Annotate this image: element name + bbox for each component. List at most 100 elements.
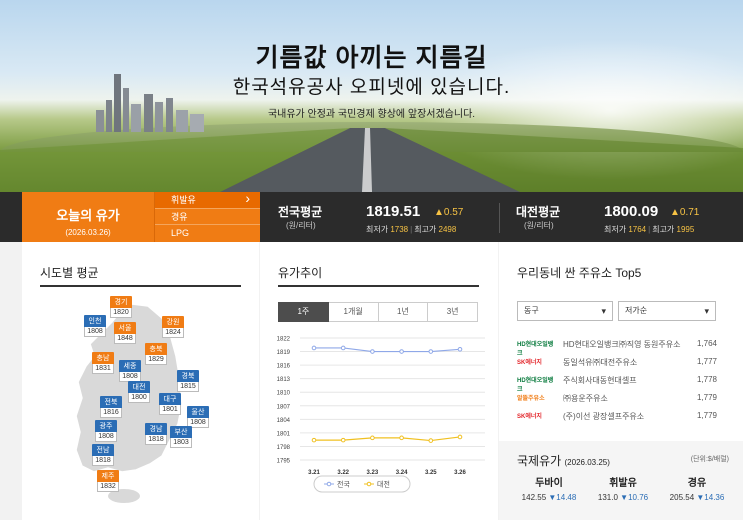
daejeon-unit: (원/리터)	[524, 221, 554, 230]
national-min: 1738	[390, 225, 409, 234]
region-8[interactable]: 대전 1800	[128, 381, 150, 403]
region-name: 인천	[84, 315, 106, 327]
today-price-box: 오늘의 유가 (2026.03.26)	[22, 192, 154, 242]
station-row[interactable]: SK에너지 동일석유㈜대전주유소 1,777	[517, 355, 717, 371]
brand-logo-icon: HD현대오일뱅크	[517, 342, 554, 357]
region-name: 충북	[145, 343, 167, 355]
hero-subtitle: 한국석유공사 오피넷에 있습니다.	[232, 77, 511, 98]
region-value: 1800	[128, 393, 150, 403]
region-4[interactable]: 충북 1829	[145, 343, 167, 365]
tab-1month[interactable]: 1개월	[328, 302, 379, 322]
data-point	[340, 437, 346, 443]
y-tick-label: 1795	[277, 459, 291, 465]
intl-item: 휘발유 131.0 ▼10.76	[591, 474, 655, 502]
region-name: 경기	[110, 296, 132, 308]
region-value: 1808	[84, 327, 106, 337]
brand-logo-icon: SK에너지	[517, 360, 542, 366]
region-name: 서울	[114, 322, 136, 334]
y-tick-label: 1807	[277, 404, 291, 410]
trend-title: 유가추이	[278, 266, 323, 280]
region-9[interactable]: 전북 1816	[100, 396, 122, 418]
region-11[interactable]: 울산 1808	[187, 406, 209, 428]
top5-panel: 우리동네 싼 주유소 Top5 동구 저가순 HD현대오일뱅크HD현대오일뱅크㈜…	[499, 242, 743, 520]
station-price: 1,778	[696, 375, 717, 384]
data-point	[457, 346, 463, 352]
x-tick-label: 3.23	[367, 470, 379, 476]
hero-tagline: 국내유가 안정과 국민경제 향상에 앞장서겠습니다.	[267, 109, 476, 120]
district-select[interactable]: 동구	[517, 301, 613, 321]
region-5[interactable]: 충남 1831	[92, 352, 114, 374]
national-label: 전국평균	[278, 205, 323, 219]
fuel-tab-diesel[interactable]: 경유	[155, 209, 260, 226]
y-tick-label: 1816	[277, 364, 291, 370]
trend-rule	[278, 285, 479, 287]
national-average: 전국평균 (원/리터) 1819.51 ▲0.57 최저가 1738 | 최고가 2…	[260, 192, 499, 242]
x-tick-label: 3.26	[454, 470, 466, 476]
data-point	[311, 345, 317, 351]
region-name: 대구	[159, 393, 181, 405]
trend-chart: 1795 1798 1801 1804 1807 1810 1813 1816 1819 1822…	[277, 337, 485, 493]
brand-logo-icon: HD현대오일뱅크	[517, 378, 554, 393]
region-7[interactable]: 경북 1815	[177, 370, 199, 392]
tab-1week[interactable]: 1주	[278, 302, 329, 322]
region-1[interactable]: 인천 1808	[84, 315, 106, 337]
tab-3year[interactable]: 3년	[428, 302, 478, 322]
region-2[interactable]: 서울 1848	[114, 322, 136, 344]
fuel-tab-gasoline[interactable]: 휘발유	[155, 190, 260, 209]
region-value: 1818	[92, 456, 114, 466]
region-name: 부산	[170, 426, 192, 438]
national-unit: (원/리터)	[286, 221, 316, 230]
station-row[interactable]: SK에너지 (주)이선 광장셀프주유소 1,779	[517, 409, 717, 425]
station-row[interactable]: HD현대오일뱅크 주식회사대동현대셀프 1,778	[517, 373, 717, 393]
region-15[interactable]: 전남 1818	[92, 444, 114, 466]
intl-title: 국제유가 (2026.03.25)	[517, 454, 610, 468]
region-6[interactable]: 세종 1808	[119, 360, 141, 382]
station-name: 주식회사대동현대셀프	[563, 376, 637, 385]
station-price: 1,764	[696, 339, 717, 348]
region-14[interactable]: 부산 1803	[170, 426, 192, 448]
region-10[interactable]: 대구 1801	[159, 393, 181, 415]
data-point	[399, 435, 404, 441]
station-row[interactable]: 알뜰주유소 ㈜용운주유소 1,779	[517, 391, 717, 407]
intl-unit: (단위:$/배럴)	[690, 456, 729, 463]
intl-item-value: 142.55 ▼14.48	[521, 493, 577, 502]
region-name: 경남	[145, 423, 167, 435]
region-12[interactable]: 광주 1808	[95, 420, 117, 442]
regional-panel: 시도별 평균 경기 1820 인천 1808 서울 1848 강원 1824 충북 1829 충남 1…	[22, 242, 259, 520]
region-13[interactable]: 경남 1818	[145, 423, 167, 445]
legend-marker	[366, 481, 372, 487]
top5-title: 우리동네 싼 주유소 Top5	[517, 266, 642, 280]
intl-oil-box: 국제유가 (2026.03.25) (단위:$/배럴) 두바이 142.55 ▼1…	[499, 441, 743, 520]
data-point	[370, 349, 375, 354]
region-16[interactable]: 제주 1832	[97, 470, 119, 492]
tab-1year[interactable]: 1년	[378, 302, 429, 322]
region-name: 울산	[187, 406, 209, 418]
sort-select[interactable]: 저가순	[618, 301, 716, 321]
region-value: 1820	[110, 308, 132, 318]
y-tick-label: 1822	[277, 337, 291, 343]
legend-label: 전국	[337, 480, 350, 489]
trend-panel: 유가추이 1주 1개월 1년 3년 1795 1798 1801 1804 1807 18…	[260, 242, 498, 520]
region-value: 1815	[177, 382, 199, 392]
data-point	[457, 434, 463, 440]
region-name: 경북	[177, 370, 199, 382]
daejeon-price: 1800.09	[604, 203, 659, 220]
station-row[interactable]: HD현대오일뱅크 HD현대오일뱅크㈜직영 동원주유소 1,764	[517, 337, 717, 357]
station-price: 1,779	[696, 411, 717, 420]
region-3[interactable]: 강원 1824	[162, 316, 184, 338]
data-point	[428, 438, 434, 443]
region-name: 대전	[128, 381, 150, 393]
region-value: 1816	[100, 408, 122, 418]
fuel-tab-lpg[interactable]: LPG	[155, 225, 260, 242]
region-value: 1829	[145, 355, 167, 365]
data-point	[340, 345, 346, 351]
today-date: (2026.03.26)	[65, 228, 111, 237]
series-line-1	[314, 436, 461, 442]
region-value: 1831	[92, 364, 114, 374]
region-name: 제주	[97, 470, 119, 482]
region-0[interactable]: 경기 1820	[110, 296, 132, 318]
y-tick-label: 1813	[277, 377, 291, 383]
daejeon-label: 대전평균	[516, 205, 561, 219]
y-tick-label: 1804	[277, 418, 291, 424]
intl-item-name: 두바이	[535, 478, 563, 489]
